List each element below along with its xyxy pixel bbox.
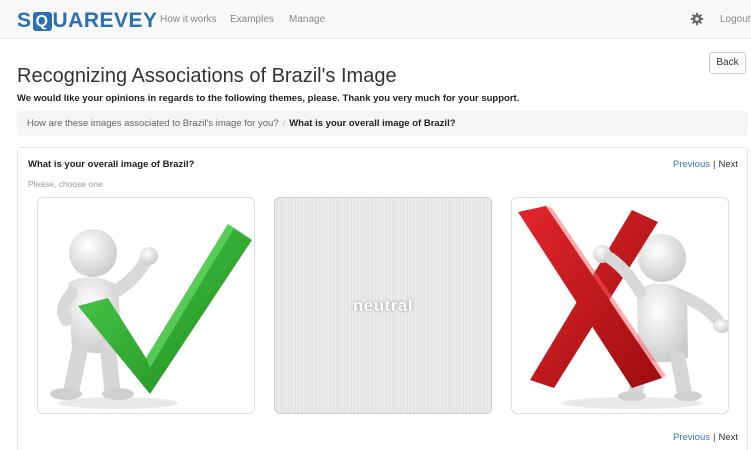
brand-suffix: UAREVEY	[52, 9, 158, 32]
question-hint: Please, choose one.	[28, 179, 106, 189]
nav-link-manage[interactable]: Manage	[289, 13, 325, 27]
breadcrumb-current: What is your overall image of Brazil?	[289, 118, 456, 129]
navbar: S Q UAREVEY How it works Examples Manage L…	[0, 0, 751, 39]
next-link[interactable]: Next	[718, 159, 738, 170]
nav-link-examples[interactable]: Examples	[230, 13, 274, 27]
breadcrumb-parent[interactable]: How are these images associated to Brazi…	[27, 118, 279, 129]
back-button[interactable]: Back	[709, 52, 746, 74]
previous-link[interactable]: Previous	[673, 159, 710, 170]
x-mark-figure-icon	[518, 206, 728, 409]
previous-link[interactable]: Previous	[673, 432, 710, 443]
brand-logo[interactable]: S Q UAREVEY	[17, 9, 158, 33]
option-negative[interactable]	[511, 197, 729, 414]
brand-prefix: S	[17, 9, 32, 32]
nav-link-how-it-works[interactable]: How it works	[160, 13, 217, 27]
pager-separator: |	[712, 432, 716, 443]
pager-top: Previous | Next	[673, 159, 738, 171]
question-panel: What is your overall image of Brazil? Pl…	[17, 147, 748, 450]
pager-bottom: Previous | Next	[673, 432, 738, 444]
brand-accent-letter: Q	[32, 12, 52, 31]
next-link[interactable]: Next	[718, 432, 738, 443]
option-neutral[interactable]: neutral	[274, 197, 492, 414]
gear-icon[interactable]	[690, 12, 704, 26]
breadcrumb-separator: /	[282, 118, 286, 129]
logout-link[interactable]: Logout	[720, 13, 751, 27]
neutral-label: neutral	[352, 296, 414, 315]
breadcrumb: How are these images associated to Brazi…	[17, 111, 748, 136]
option-positive[interactable]	[37, 197, 255, 414]
checkmark-figure-icon	[50, 224, 252, 409]
pager-separator: |	[712, 159, 716, 170]
page-title: Recognizing Associations of Brazil's Ima…	[17, 65, 397, 87]
intro-text: We would like your opinions in regards t…	[17, 93, 520, 104]
question-title: What is your overall image of Brazil?	[28, 159, 195, 170]
